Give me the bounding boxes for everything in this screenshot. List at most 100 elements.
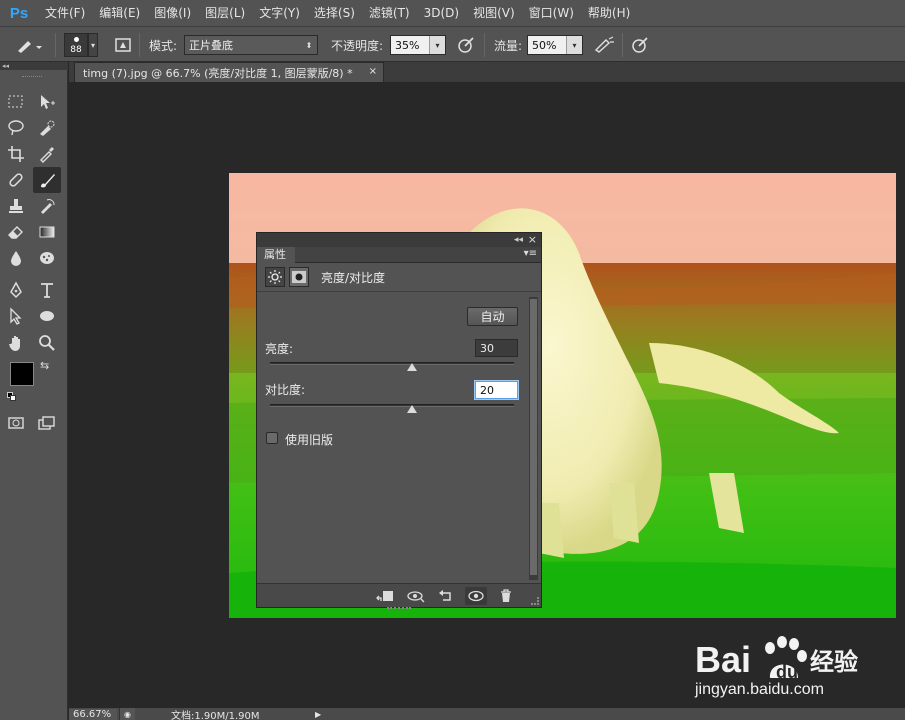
screen-mode-icon (38, 416, 55, 430)
history-brush-tool[interactable] (33, 193, 61, 219)
reset-button[interactable] (435, 587, 457, 605)
type-tool[interactable] (33, 277, 61, 303)
pressure-opacity-icon (458, 37, 474, 53)
flow-label: 流量: (494, 38, 523, 53)
clip-layer-icon (376, 591, 393, 601)
toggle-visibility-button[interactable] (465, 587, 487, 605)
marquee-icon (8, 95, 23, 108)
contrast-slider-track[interactable] (270, 404, 514, 407)
eyedropper-tool[interactable] (33, 141, 61, 167)
pen-tool[interactable] (2, 277, 30, 303)
layer-mask-icon (292, 271, 306, 283)
adjustment-icon-button[interactable] (265, 267, 285, 287)
updown-icon: ⬍ (301, 36, 317, 54)
legacy-label: 使用旧版 (285, 433, 334, 447)
contrast-slider-thumb[interactable] (406, 405, 417, 413)
panel-menu-icon[interactable]: ▾≡ (524, 248, 537, 259)
resize-grip-icon[interactable] (531, 597, 539, 605)
menu-file[interactable]: 文件(F) (38, 0, 92, 26)
brush-icon (41, 174, 55, 188)
panel-scrollbar[interactable] (529, 297, 538, 580)
brush-panel-toggle[interactable] (113, 33, 133, 57)
zoom-tool[interactable] (33, 330, 61, 356)
quick-select-tool[interactable] (33, 115, 61, 141)
pressure-opacity-button[interactable] (456, 33, 476, 57)
close-icon[interactable]: × (369, 66, 377, 77)
default-colors-icon[interactable] (7, 392, 16, 401)
delete-button[interactable] (495, 587, 517, 605)
brightness-slider-thumb[interactable] (406, 363, 417, 371)
tools-panel: ◂◂ ⇆ (0, 62, 68, 720)
view-previous-button[interactable] (405, 587, 427, 605)
chevron-right-icon[interactable]: ▶ (315, 710, 321, 719)
baidu-logo: Bai du 经验 jingyan.baidu.com (694, 636, 858, 698)
crop-tool[interactable] (2, 141, 30, 167)
menu-layer[interactable]: 图层(L) (198, 0, 252, 26)
panel-collapse-icon[interactable]: ◂◂ (514, 233, 523, 247)
menu-select[interactable]: 选择(S) (307, 0, 362, 26)
eyedropper-icon (40, 147, 54, 163)
flow-field[interactable]: 50% ▾ (527, 35, 583, 55)
blur-tool[interactable] (2, 245, 30, 271)
tab-properties[interactable]: 属性 (257, 247, 295, 263)
menu-3d[interactable]: 3D(D) (417, 0, 466, 26)
zoom-readout[interactable]: 66.67% (69, 708, 117, 720)
healing-brush-tool[interactable] (2, 167, 30, 193)
airbrush-button[interactable] (593, 33, 615, 57)
chevron-down-icon[interactable]: ▾ (429, 36, 445, 54)
gradient-tool[interactable] (33, 219, 61, 245)
status-info-icon[interactable]: ◉ (119, 708, 135, 720)
pen-icon (10, 281, 22, 299)
brush-panel-icon (115, 38, 131, 52)
brush-size-picker[interactable]: 88 ▾ (64, 33, 104, 57)
mode-value: 正片叠底 (189, 39, 233, 52)
menu-filter[interactable]: 滤镜(T) (362, 0, 417, 26)
brush-tool[interactable] (33, 167, 61, 193)
brightness-label: 亮度: (265, 342, 294, 356)
menu-window[interactable]: 窗口(W) (522, 0, 581, 26)
chevron-down-icon: ▾ (88, 33, 98, 57)
pressure-size-button[interactable] (630, 33, 650, 57)
foreground-color-swatch[interactable] (10, 362, 34, 386)
eraser-tool[interactable] (2, 219, 30, 245)
menu-help[interactable]: 帮助(H) (581, 0, 637, 26)
properties-panel: ◂◂ × 属性 ▾≡ 亮度/对比度 自动 亮度: 30 对比度: 20 使用旧版 (256, 232, 542, 610)
mask-icon-button[interactable] (289, 267, 309, 287)
tool-preset-picker[interactable] (14, 33, 42, 57)
legacy-checkbox[interactable] (266, 432, 278, 444)
mode-select[interactable]: 正片叠底 ⬍ (184, 35, 318, 55)
quick-mask-tool[interactable] (2, 410, 30, 436)
swap-colors-icon[interactable]: ⇆ (40, 359, 49, 372)
type-icon (41, 283, 53, 298)
document-tab[interactable]: timg (7).jpg @ 66.7% (亮度/对比度 1, 图层蒙版/8) … (74, 62, 384, 82)
move-tool[interactable] (33, 89, 61, 115)
brightness-slider-track[interactable] (270, 362, 514, 365)
marquee-tool[interactable] (2, 89, 30, 115)
panel-dock-grip[interactable] (387, 607, 411, 610)
menu-edit[interactable]: 编辑(E) (92, 0, 147, 26)
opacity-field[interactable]: 35% ▾ (390, 35, 446, 55)
clip-to-layer-button[interactable] (374, 587, 396, 605)
document-tab-bar: timg (7).jpg @ 66.7% (亮度/对比度 1, 图层蒙版/8) … (69, 62, 905, 82)
eraser-icon (8, 226, 23, 239)
opacity-label: 不透明度: (331, 38, 384, 53)
brush-size-label: 88 (70, 45, 82, 55)
path-select-tool[interactable] (2, 303, 30, 329)
foreground-color (11, 363, 33, 385)
contrast-input[interactable]: 20 (475, 381, 518, 399)
auto-button[interactable]: 自动 (467, 307, 518, 326)
hand-tool[interactable] (2, 330, 30, 356)
trash-icon (501, 589, 511, 602)
menu-view[interactable]: 视图(V) (466, 0, 522, 26)
chevron-down-icon[interactable]: ▾ (566, 36, 582, 54)
sponge-tool[interactable] (33, 245, 61, 271)
panel-close-icon[interactable]: × (528, 233, 537, 247)
ellipse-tool[interactable] (33, 303, 61, 329)
lasso-tool[interactable] (2, 115, 30, 141)
brightness-input[interactable]: 30 (475, 339, 518, 357)
screen-mode-tool[interactable] (33, 410, 61, 436)
menu-image[interactable]: 图像(I) (147, 0, 198, 26)
reset-icon (439, 590, 451, 601)
clone-stamp-tool[interactable] (2, 193, 30, 219)
menu-type[interactable]: 文字(Y) (252, 0, 307, 26)
